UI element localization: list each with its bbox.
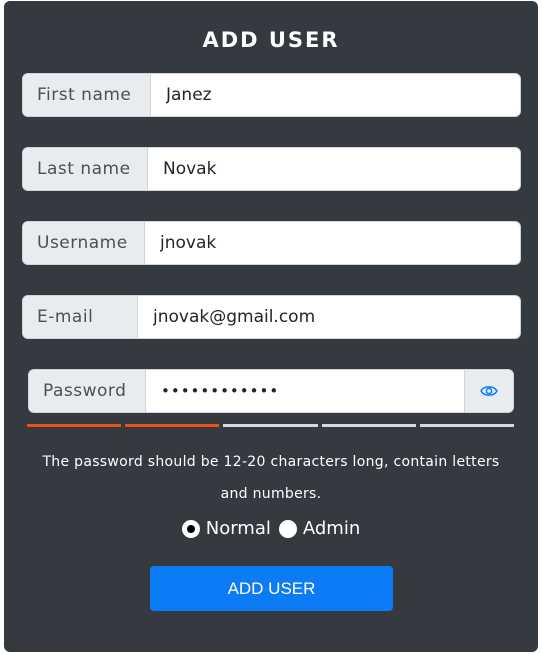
username-label: Username [23,222,145,264]
strength-segment [321,424,416,427]
strength-segment [27,424,122,427]
password-group: Password [28,369,514,413]
eye-icon [480,386,498,396]
strength-segment [419,424,515,427]
password-hint: The password should be 12-20 characters … [42,454,500,502]
email-group: E-mail [22,295,521,339]
strength-segment [125,424,220,427]
last-name-input[interactable] [148,148,520,190]
first-name-label: First name [23,74,151,116]
form-title: ADD USER [202,28,340,52]
password-input[interactable] [146,370,464,412]
email-label: E-mail [23,296,138,338]
radio-normal[interactable] [181,519,200,538]
role-option-admin[interactable]: Admin [278,518,361,539]
add-user-button[interactable]: ADD USER [150,566,393,611]
radio-admin[interactable] [278,519,297,538]
email-input[interactable] [138,296,520,338]
role-label-normal: Normal [205,518,271,539]
role-label-admin: Admin [302,518,361,539]
password-strength-meter [27,424,515,428]
last-name-label: Last name [23,148,148,190]
role-selector: Normal Admin [0,518,542,539]
username-group: Username [22,221,521,265]
username-input[interactable] [145,222,520,264]
role-option-normal[interactable]: Normal [181,518,271,539]
toggle-password-visibility-button[interactable] [464,370,513,412]
first-name-group: First name [22,73,521,117]
password-label: Password [29,370,146,412]
strength-segment [223,424,318,427]
first-name-input[interactable] [151,74,520,116]
last-name-group: Last name [22,147,521,191]
